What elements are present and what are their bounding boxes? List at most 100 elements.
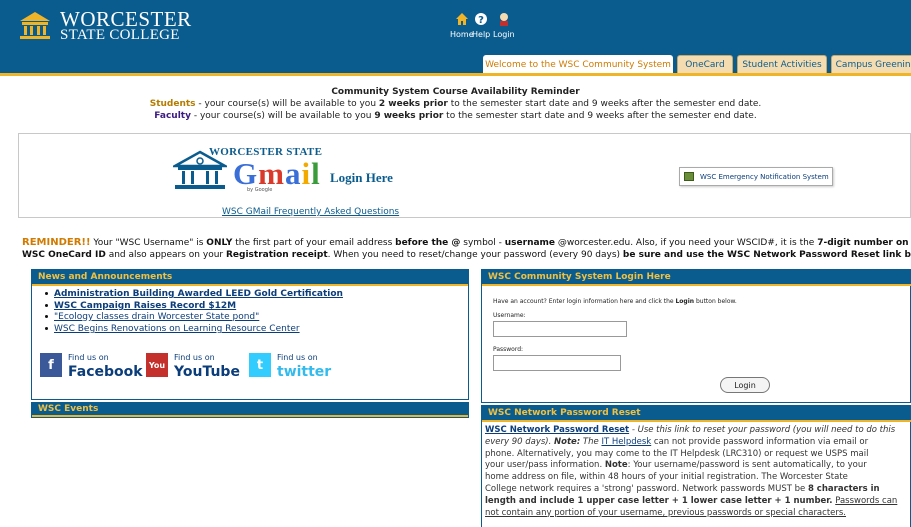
course-reminder-title: Community System Course Availability Rem… <box>331 87 580 97</box>
tab-campus-greening[interactable]: Campus Greening <box>831 55 911 73</box>
reset-line: College network requires a 'strong' pass… <box>485 483 911 495</box>
reset-emphasis: 8 characters in <box>807 483 880 494</box>
login-intro-text: button below. <box>694 298 737 305</box>
news-panel-header: News and Announcements <box>32 270 468 284</box>
reset-underline: Passwords can <box>835 495 898 506</box>
facebook-icon: f <box>40 353 62 377</box>
nav-help[interactable]: ? Help <box>472 12 490 39</box>
reminder-text: - your course(s) will be available to yo… <box>195 99 379 109</box>
home-icon <box>455 13 468 25</box>
nav-login[interactable]: Login <box>493 12 515 39</box>
reminder-text: . When you need to reset/change your pas… <box>327 250 623 260</box>
events-panel-header: WSC Events <box>32 403 468 415</box>
bullet-icon <box>45 315 48 318</box>
reminder-emphasis: Registration receipt <box>225 250 328 260</box>
password-label: Password: <box>493 346 524 353</box>
reminder-emphasis: 9 weeks prior <box>374 111 444 121</box>
username-label: Username: <box>493 312 526 319</box>
password-input[interactable] <box>493 355 621 371</box>
svg-text:?: ? <box>478 15 484 26</box>
twitter-text: Find us on twitter <box>277 351 331 379</box>
reminder-text: the first part of your email address <box>232 238 396 248</box>
news-item[interactable]: Administration Building Awarded LEED Gol… <box>45 289 343 299</box>
youtube-link[interactable]: You Find us on YouTube <box>146 349 246 381</box>
students-label: Students <box>149 99 196 109</box>
gmail-letter: l <box>311 156 321 191</box>
nav-home-label: Home <box>450 30 474 39</box>
reset-note-label: Note: <box>554 436 581 447</box>
news-item[interactable]: WSC Begins Renovations on Learning Resou… <box>45 324 300 334</box>
reminder-emphasis: before the @ <box>395 238 461 248</box>
password-reset-header: WSC Network Password Reset <box>482 406 911 420</box>
gmail-letter: a <box>284 156 302 191</box>
reminder-text: to the semester start date and 9 weeks a… <box>443 111 757 121</box>
username-reminder-line2: WSC OneCard ID and also appears on your … <box>22 250 911 260</box>
reminder-text: - your course(s) will be available to yo… <box>190 111 375 121</box>
brand-name-line1[interactable]: WORCESTER <box>60 9 192 30</box>
by-google-text: by Google <box>247 187 273 193</box>
news-item[interactable]: "Ecology classes drain Worcester State p… <box>45 312 259 322</box>
bullet-icon <box>45 304 48 307</box>
reminder-text: and also appears on your <box>105 250 226 260</box>
twitter-link[interactable]: t Find us on twitter <box>249 349 349 381</box>
brand-name-line2[interactable]: STATE COLLEGE <box>60 27 180 43</box>
gmail-letter: i <box>301 156 312 191</box>
reminder-faculty-line: Faculty - your course(s) will be availab… <box>0 111 911 121</box>
nav-login-label: Login <box>493 30 515 39</box>
reset-text: College network requires a 'strong' pass… <box>485 483 808 494</box>
youtube-icon: You <box>146 353 168 377</box>
password-reset-body: WSC Network Password Reset - Use this li… <box>485 424 911 518</box>
nav-home[interactable]: Home <box>450 12 474 39</box>
header-accent-stripe <box>0 73 911 76</box>
news-link[interactable]: Administration Building Awarded LEED Gol… <box>54 289 343 299</box>
login-panel-header: WSC Community System Login Here <box>482 270 911 284</box>
password-reset-header-accent <box>482 420 911 422</box>
tab-onecard[interactable]: OneCard <box>677 55 733 73</box>
social-big-label: YouTube <box>174 364 240 380</box>
reset-line: WSC Network Password Reset - Use this li… <box>485 424 911 436</box>
reset-line: not contain any portion of your username… <box>485 507 911 519</box>
reminder-text: Your "WSC Username" is <box>90 238 207 248</box>
username-input[interactable] <box>493 321 627 337</box>
reset-line: length and include 1 upper case letter +… <box>485 495 911 507</box>
login-intro-emphasis: Login <box>675 298 695 305</box>
reset-line: phone. Alternatively, you may come to th… <box>485 448 869 459</box>
login-button[interactable]: Login <box>720 377 770 393</box>
facebook-link[interactable]: f Find us on Facebook <box>40 349 145 381</box>
it-helpdesk-link[interactable]: IT Helpdesk <box>601 437 651 447</box>
reset-text: - Use this link to reset your password (… <box>629 425 896 435</box>
social-big-label: Facebook <box>68 364 143 380</box>
reset-text: : Your username/password is sent automat… <box>627 460 867 471</box>
news-link[interactable]: WSC Begins Renovations on Learning Resou… <box>54 324 300 334</box>
emergency-notification-link[interactable]: WSC Emergency Notification System <box>679 167 833 186</box>
news-link[interactable]: "Ecology classes drain Worcester State p… <box>54 312 259 322</box>
reset-text: your user/pass information. <box>485 460 605 471</box>
social-small-label: Find us on <box>174 353 215 362</box>
login-header-accent <box>482 284 911 286</box>
password-reset-link[interactable]: WSC Network Password Reset <box>485 425 629 435</box>
emergency-notification-icon <box>684 172 694 181</box>
reset-text: can not provide password information via… <box>651 436 869 447</box>
reminder-emphasis: 2 weeks prior <box>378 99 448 109</box>
news-link[interactable]: WSC Campaign Raises Record $12M <box>54 301 236 311</box>
reminder-heading: REMINDER!! <box>22 237 91 248</box>
tab-student-activities[interactable]: Student Activities <box>737 55 827 73</box>
faculty-label: Faculty <box>154 111 191 121</box>
bullet-icon <box>45 327 48 330</box>
reminder-emphasis: username <box>504 238 556 248</box>
nav-help-label: Help <box>472 30 491 39</box>
reminder-text: @worcester.edu. Also, if you need your W… <box>555 238 818 248</box>
events-header-accent <box>32 415 468 417</box>
gmail-login-here-link[interactable]: Login Here <box>330 170 393 186</box>
news-item[interactable]: WSC Campaign Raises Record $12M <box>45 301 236 311</box>
reset-text: every 90 days). <box>485 436 555 447</box>
tab-welcome[interactable]: Welcome to the WSC Community System <box>483 55 673 73</box>
reminder-text: to the semester start date and 9 weeks a… <box>447 99 762 109</box>
gmail-faq-link[interactable]: WSC GMail Frequently Asked Questions <box>222 207 399 217</box>
login-icon <box>499 13 508 26</box>
username-reminder-line1: REMINDER!! Your "WSC Username" is ONLY t… <box>22 237 911 248</box>
reset-text: The <box>580 436 602 447</box>
reset-note-label: Note <box>604 460 628 471</box>
reminder-emphasis: be sure and use the WSC Network Password… <box>622 250 911 260</box>
reminder-students-line: Students - your course(s) will be availa… <box>0 99 911 109</box>
